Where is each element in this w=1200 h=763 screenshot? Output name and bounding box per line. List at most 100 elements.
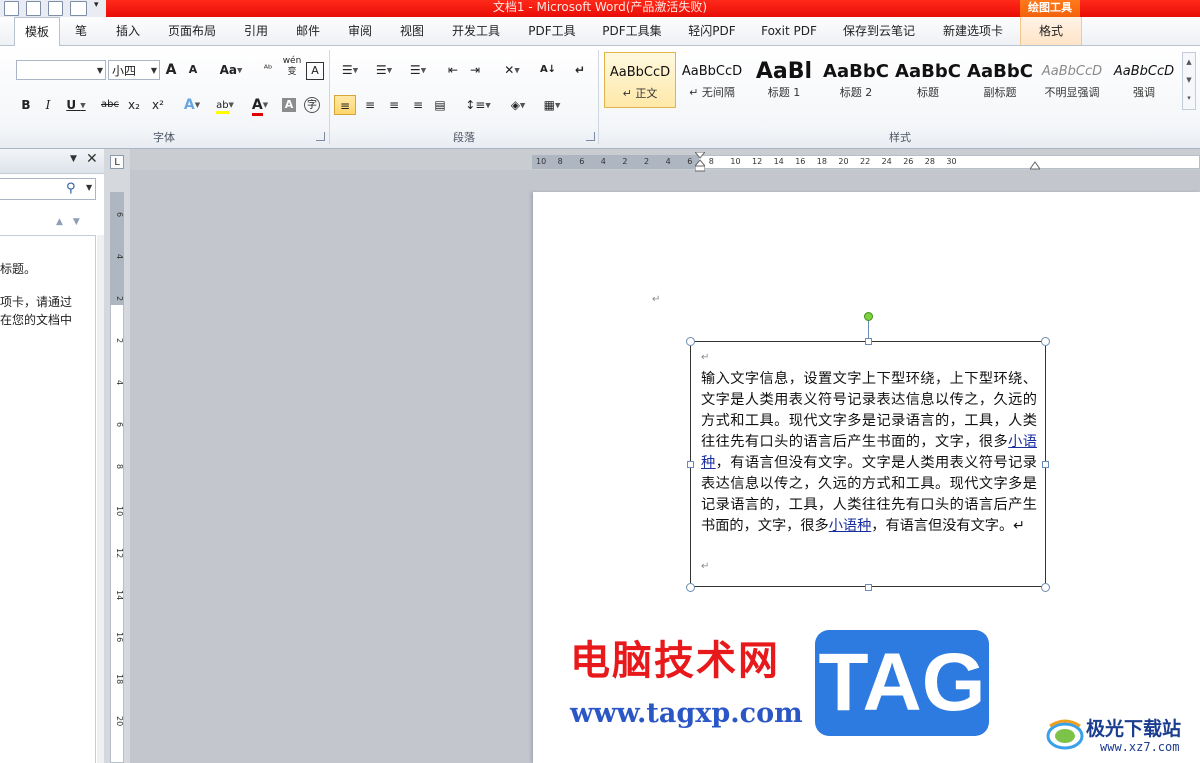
tab-developer[interactable]: 开发工具 — [444, 17, 508, 45]
shading-button[interactable]: ◈▼ — [504, 95, 532, 115]
align-center-button[interactable]: ≡ — [360, 95, 380, 115]
style-heading-2[interactable]: AaBbC 标题 2 — [820, 52, 892, 108]
paragraph-dialog-launcher[interactable] — [586, 132, 595, 141]
style-subtle-emphasis[interactable]: AaBbCcD 不明显强调 — [1036, 52, 1108, 108]
resize-handle-top-left[interactable] — [686, 337, 695, 346]
text-box-content[interactable]: 输入文字信息，设置文字上下型环绕，上下型环绕、文字是人类用表义符号记录表达信息以… — [701, 369, 1037, 537]
resize-handle-bottom-right[interactable] — [1041, 583, 1050, 592]
grow-font-button[interactable]: A — [164, 60, 178, 80]
nav-prev-next[interactable]: ▲▼ — [56, 217, 90, 227]
ruler-tick-label: 30 — [946, 157, 957, 166]
decrease-indent-button[interactable]: ⇤ — [444, 60, 462, 80]
style-emphasis[interactable]: AaBbCcD 强调 — [1108, 52, 1180, 108]
close-icon[interactable]: ✕ — [86, 151, 98, 167]
underline-button[interactable]: U ▼ — [62, 95, 90, 115]
tab-insert[interactable]: 插入 — [106, 17, 150, 45]
watermark-site-url: www.xz7.com — [1100, 740, 1180, 754]
ruler-tick-label: 6 — [115, 422, 124, 428]
ruler-tick-label: 6 — [579, 157, 585, 166]
resize-handle-left[interactable] — [687, 461, 694, 468]
resize-handle-top[interactable] — [865, 338, 872, 345]
justify-button[interactable]: ≡ — [408, 95, 428, 115]
nav-scrollbar[interactable] — [97, 235, 104, 763]
ruler-tick-label: 28 — [924, 157, 935, 166]
right-indent-marker[interactable] — [1029, 159, 1041, 170]
resize-handle-right[interactable] — [1042, 461, 1049, 468]
align-left-button[interactable]: ≡ — [334, 95, 356, 115]
search-icon[interactable]: ⚲ — [66, 181, 76, 196]
chevron-down-icon[interactable]: ▼ — [86, 183, 92, 192]
watermark-cn: 电脑技术网 — [570, 638, 780, 684]
tab-new[interactable]: 新建选项卡 — [934, 17, 1012, 45]
bullets-button[interactable]: ☰▼ — [336, 60, 364, 80]
gallery-scroll[interactable]: ▲ ▼ ▾ — [1182, 52, 1196, 110]
tab-qingshan-pdf[interactable]: 轻闪PDF — [680, 17, 744, 45]
style-title[interactable]: AaBbC 标题 — [892, 52, 964, 108]
font-name-combo[interactable]: ▼ — [16, 60, 106, 80]
resize-handle-bottom-left[interactable] — [686, 583, 695, 592]
nav-pane-header: ▼ ✕ — [0, 149, 104, 174]
paragraph-mark: ↵ — [701, 352, 710, 363]
style-heading-1[interactable]: AaBl 标题 1 — [748, 52, 820, 108]
font-color-button[interactable]: A▼ — [246, 95, 274, 116]
shrink-font-button[interactable]: A — [186, 60, 200, 80]
tab-view[interactable]: 视图 — [390, 17, 434, 45]
chevron-down-icon[interactable]: ▼ — [1183, 71, 1195, 89]
font-size-combo[interactable]: 小四 ▼ — [108, 60, 160, 80]
rotate-handle[interactable] — [864, 312, 873, 321]
tab-selector[interactable]: L — [110, 155, 124, 169]
line-spacing-button[interactable]: ↕≡▼ — [464, 95, 492, 115]
watermark-url: www.tagxp.com — [570, 698, 803, 729]
style-subtitle[interactable]: AaBbC 副标题 — [964, 52, 1036, 108]
highlight-button[interactable]: ab▼ — [210, 95, 240, 115]
text-effect-button[interactable]: A▼ — [178, 95, 206, 115]
increase-indent-button[interactable]: ⇥ — [466, 60, 484, 80]
indent-marker[interactable] — [693, 151, 707, 172]
tab-references[interactable]: 引用 — [234, 17, 278, 45]
nav-results: 标题。 项卡，请通过 在您的文档中 — [0, 235, 96, 763]
distributed-button[interactable]: ▤ — [430, 95, 450, 115]
subscript-button[interactable]: x₂ — [124, 95, 144, 115]
tab-template[interactable]: 模板 — [14, 17, 60, 46]
enclose-char-button[interactable]: 字 — [304, 97, 320, 113]
numbering-button[interactable]: ☰▼ — [370, 60, 398, 80]
sort-button[interactable]: A↓ — [538, 60, 558, 80]
clear-format-button[interactable]: ᴬᵇ — [258, 60, 278, 80]
superscript-button[interactable]: x² — [148, 95, 168, 115]
char-shading-button[interactable]: A — [282, 98, 296, 112]
chinese-layout-button[interactable]: ✕▼ — [498, 60, 526, 80]
char-border-button[interactable]: A — [306, 62, 324, 80]
change-case-button[interactable]: Aa▼ — [218, 60, 244, 80]
align-right-button[interactable]: ≡ — [384, 95, 404, 115]
style-normal[interactable]: AaBbCcD ↵ 正文 — [604, 52, 676, 108]
tab-pen[interactable]: 笔 — [66, 17, 96, 45]
bold-button[interactable]: B — [18, 95, 34, 115]
italic-button[interactable]: I — [40, 95, 56, 115]
drawing-tools-group: 绘图工具 — [1020, 0, 1080, 17]
phonetic-guide-button[interactable]: wén 变 — [282, 56, 302, 77]
link-minority-language[interactable]: 小语种 — [829, 518, 872, 534]
multilevel-list-button[interactable]: ☰▼ — [404, 60, 432, 80]
style-no-spacing[interactable]: AaBbCcD ↵ 无间隔 — [676, 52, 748, 108]
show-marks-button[interactable]: ↵ — [570, 60, 590, 80]
resize-handle-top-right[interactable] — [1041, 337, 1050, 346]
tab-pdf-tools[interactable]: PDF工具 — [520, 17, 584, 45]
chevron-up-icon[interactable]: ▲ — [1183, 53, 1195, 71]
tab-review[interactable]: 审阅 — [338, 17, 382, 45]
tab-foxit-pdf[interactable]: Foxit PDF — [756, 17, 822, 45]
nav-search-input[interactable]: ⚲ ▼ — [0, 178, 96, 200]
navigation-pane: ▼ ✕ ⚲ ▼ ▲▼ 标题。 项卡，请通过 在您的文档中 — [0, 149, 105, 763]
tab-save-cloud[interactable]: 保存到云笔记 — [834, 17, 924, 45]
resize-handle-bottom[interactable] — [865, 584, 872, 591]
font-group-label: 字体 — [153, 131, 175, 144]
ruler-tick-label: 14 — [115, 590, 124, 601]
tab-format[interactable]: 格式 — [1020, 17, 1082, 45]
strikethrough-button[interactable]: abc — [98, 95, 122, 115]
tab-mailings[interactable]: 邮件 — [286, 17, 330, 45]
font-dialog-launcher[interactable] — [316, 132, 325, 141]
nav-options-icon[interactable]: ▼ — [70, 154, 77, 164]
tab-pdf-toolset[interactable]: PDF工具集 — [596, 17, 668, 45]
tab-page-layout[interactable]: 页面布局 — [160, 17, 224, 45]
gallery-more-icon[interactable]: ▾ — [1183, 89, 1195, 107]
borders-button[interactable]: ▦▼ — [538, 95, 566, 115]
